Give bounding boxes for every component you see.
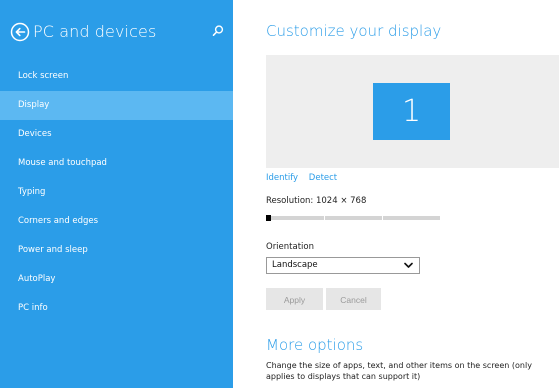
sidebar-nav: Lock screen Display Devices Mouse and to…	[0, 62, 233, 323]
sidebar-item-autoplay[interactable]: AutoPlay	[0, 265, 233, 294]
resolution-label: Resolution: 1024 × 768	[266, 196, 367, 206]
sidebar-header: PC and devices	[10, 21, 225, 45]
sidebar-title: PC and devices	[33, 22, 157, 41]
detect-link[interactable]: Detect	[309, 173, 337, 183]
orientation-select-value: Landscape	[272, 260, 318, 270]
search-icon[interactable]	[211, 24, 225, 38]
sidebar-item-label: Corners and edges	[18, 216, 99, 226]
orientation-select[interactable]: Landscape	[266, 257, 420, 274]
sidebar-item-typing[interactable]: Typing	[0, 178, 233, 207]
sidebar-item-lock-screen[interactable]: Lock screen	[0, 62, 233, 91]
sidebar-item-label: AutoPlay	[18, 274, 56, 284]
sidebar-item-label: Lock screen	[18, 71, 69, 81]
display-preview: 1	[266, 55, 559, 168]
display-links: Identify Detect	[266, 173, 345, 183]
back-arrow-circle-icon[interactable]	[10, 22, 30, 42]
monitor-tile[interactable]: 1	[373, 83, 450, 140]
slider-tick	[382, 216, 383, 220]
slider-track	[266, 216, 440, 220]
sidebar-item-power-and-sleep[interactable]: Power and sleep	[0, 236, 233, 265]
sidebar-item-label: PC info	[18, 303, 48, 313]
sidebar-item-label: Typing	[18, 187, 46, 197]
more-options-title: More options	[266, 336, 364, 354]
apply-button[interactable]: Apply	[266, 288, 323, 310]
sidebar-item-label: Power and sleep	[18, 245, 88, 255]
sidebar-item-display[interactable]: Display	[0, 91, 233, 120]
page-title: Customize your display	[266, 22, 442, 40]
main-content: Customize your display 1 Identify Detect…	[233, 0, 559, 388]
sidebar-item-label: Mouse and touchpad	[18, 158, 107, 168]
sidebar-item-corners-and-edges[interactable]: Corners and edges	[0, 207, 233, 236]
sidebar-item-mouse-and-touchpad[interactable]: Mouse and touchpad	[0, 149, 233, 178]
resolution-slider[interactable]	[266, 214, 440, 222]
identify-link[interactable]: Identify	[266, 173, 298, 183]
chevron-down-icon	[404, 262, 413, 269]
orientation-label: Orientation	[266, 242, 314, 252]
sidebar: PC and devices Lock screen Display Devic…	[0, 0, 233, 388]
sidebar-item-label: Devices	[18, 129, 52, 139]
sidebar-item-label: Display	[18, 100, 50, 110]
cancel-button[interactable]: Cancel	[326, 288, 381, 310]
slider-tick	[324, 216, 325, 220]
more-options-description: Change the size of apps, text, and other…	[266, 361, 532, 381]
sidebar-item-devices[interactable]: Devices	[0, 120, 233, 149]
slider-thumb[interactable]	[266, 215, 271, 221]
sidebar-item-pc-info[interactable]: PC info	[0, 294, 233, 323]
